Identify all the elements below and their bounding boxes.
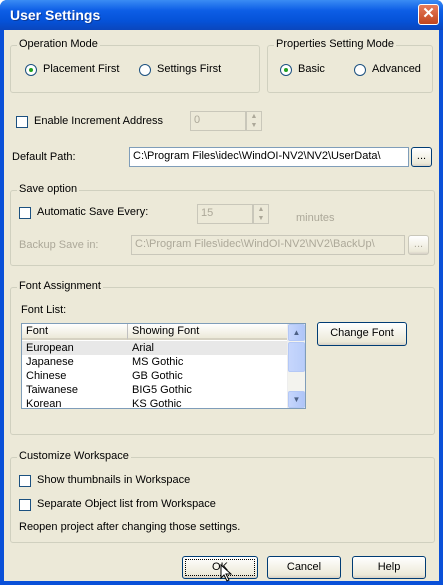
customize-workspace-group: Customize Workspace Show thumbnails in W…: [10, 450, 435, 543]
auto-save-spinner[interactable]: ▲ ▼: [253, 204, 269, 224]
backup-path-field[interactable]: C:\Program Files\idec\WindOI-NV2\NV2\Bac…: [131, 235, 405, 255]
user-settings-dialog: User Settings ✕ Operation Mode Placement…: [0, 0, 443, 585]
scrollbar-thumb[interactable]: [288, 342, 305, 372]
basic-radio[interactable]: [280, 64, 292, 76]
font-cell: European: [26, 342, 74, 354]
change-font-button[interactable]: Change Font: [317, 322, 407, 346]
properties-mode-group: Properties Setting Mode Basic Advanced: [267, 38, 433, 93]
font-cell: Japanese: [26, 356, 74, 368]
scroll-down-icon[interactable]: ▼: [288, 391, 305, 408]
advanced-label[interactable]: Advanced: [372, 63, 421, 75]
showing-font-cell: Arial: [132, 342, 155, 354]
default-path-browse-button[interactable]: ...: [411, 147, 432, 167]
showing-font-cell: MS Gothic: [132, 356, 184, 368]
spin-down-icon[interactable]: ▼: [247, 121, 261, 130]
font-list-label: Font List:: [21, 304, 67, 316]
dialog-body: Operation Mode Placement First Settings …: [4, 30, 439, 582]
font-cell: Taiwanese: [26, 384, 78, 396]
font-cell: Korean: [26, 398, 62, 409]
spin-up-icon[interactable]: ▲: [247, 112, 261, 121]
show-thumbnails-label[interactable]: Show thumbnails in Workspace: [37, 474, 190, 486]
column-header-showing-font[interactable]: Showing Font: [128, 324, 289, 340]
default-path-field[interactable]: C:\Program Files\idec\WindOI-NV2\NV2\Use…: [129, 147, 409, 167]
reopen-note: Reopen project after changing those sett…: [19, 521, 241, 533]
showing-font-cell: GB Gothic: [132, 370, 183, 382]
font-list-scrollbar[interactable]: ▲ ▼: [287, 324, 305, 408]
separate-object-list-label[interactable]: Separate Object list from Workspace: [37, 498, 216, 510]
list-item[interactable]: European Arial: [22, 341, 289, 355]
settings-first-radio[interactable]: [139, 64, 151, 76]
increment-checkbox[interactable]: [16, 116, 28, 128]
spin-up-icon[interactable]: ▲: [254, 205, 268, 214]
mouse-cursor-icon: [220, 564, 233, 582]
cancel-button[interactable]: Cancel: [267, 556, 341, 579]
auto-save-interval-field[interactable]: 15: [197, 204, 253, 224]
operation-mode-group: Operation Mode Placement First Settings …: [10, 38, 260, 93]
placement-first-label[interactable]: Placement First: [43, 63, 119, 75]
backup-browse-button[interactable]: ...: [408, 235, 429, 255]
list-item[interactable]: Japanese MS Gothic: [22, 355, 289, 369]
interval-unit: minutes: [296, 212, 335, 224]
spin-down-icon[interactable]: ▼: [254, 214, 268, 223]
backup-label: Backup Save in:: [19, 239, 99, 251]
placement-first-radio[interactable]: [25, 64, 37, 76]
properties-mode-label: Properties Setting Mode: [274, 38, 397, 50]
save-option-group: Save option Automatic Save Every: 15 ▲ ▼ …: [10, 183, 435, 266]
showing-font-cell: BIG5 Gothic: [132, 384, 192, 396]
settings-first-label[interactable]: Settings First: [157, 63, 221, 75]
help-button[interactable]: Help: [352, 556, 426, 579]
increment-label[interactable]: Enable Increment Address: [34, 115, 163, 127]
auto-save-label[interactable]: Automatic Save Every:: [37, 206, 148, 218]
font-cell: Chinese: [26, 370, 67, 382]
basic-label[interactable]: Basic: [298, 63, 325, 75]
show-thumbnails-checkbox[interactable]: [19, 475, 31, 487]
advanced-radio[interactable]: [354, 64, 366, 76]
scroll-up-icon[interactable]: ▲: [288, 324, 305, 341]
showing-font-cell: KS Gothic: [132, 398, 182, 409]
increment-value-field[interactable]: 0: [190, 111, 246, 131]
list-item[interactable]: Chinese GB Gothic: [22, 369, 289, 383]
default-path-label: Default Path:: [12, 151, 76, 163]
separate-object-list-checkbox[interactable]: [19, 499, 31, 511]
operation-mode-label: Operation Mode: [17, 38, 100, 50]
increment-spinner[interactable]: ▲ ▼: [246, 111, 262, 131]
font-list[interactable]: Font Showing Font European Arial Japanes…: [21, 323, 306, 409]
close-button[interactable]: ✕: [418, 4, 439, 25]
save-option-label: Save option: [17, 183, 80, 195]
auto-save-checkbox[interactable]: [19, 207, 31, 219]
list-item[interactable]: Korean KS Gothic: [22, 397, 289, 409]
title-bar[interactable]: User Settings ✕: [0, 0, 443, 30]
font-assignment-label: Font Assignment: [17, 280, 103, 292]
column-header-font[interactable]: Font: [22, 324, 128, 340]
customize-workspace-label: Customize Workspace: [17, 450, 131, 462]
font-assignment-group: Font Assignment Font List: Font Showing …: [10, 280, 435, 435]
dialog-title: User Settings: [10, 7, 101, 23]
list-item[interactable]: Taiwanese BIG5 Gothic: [22, 383, 289, 397]
